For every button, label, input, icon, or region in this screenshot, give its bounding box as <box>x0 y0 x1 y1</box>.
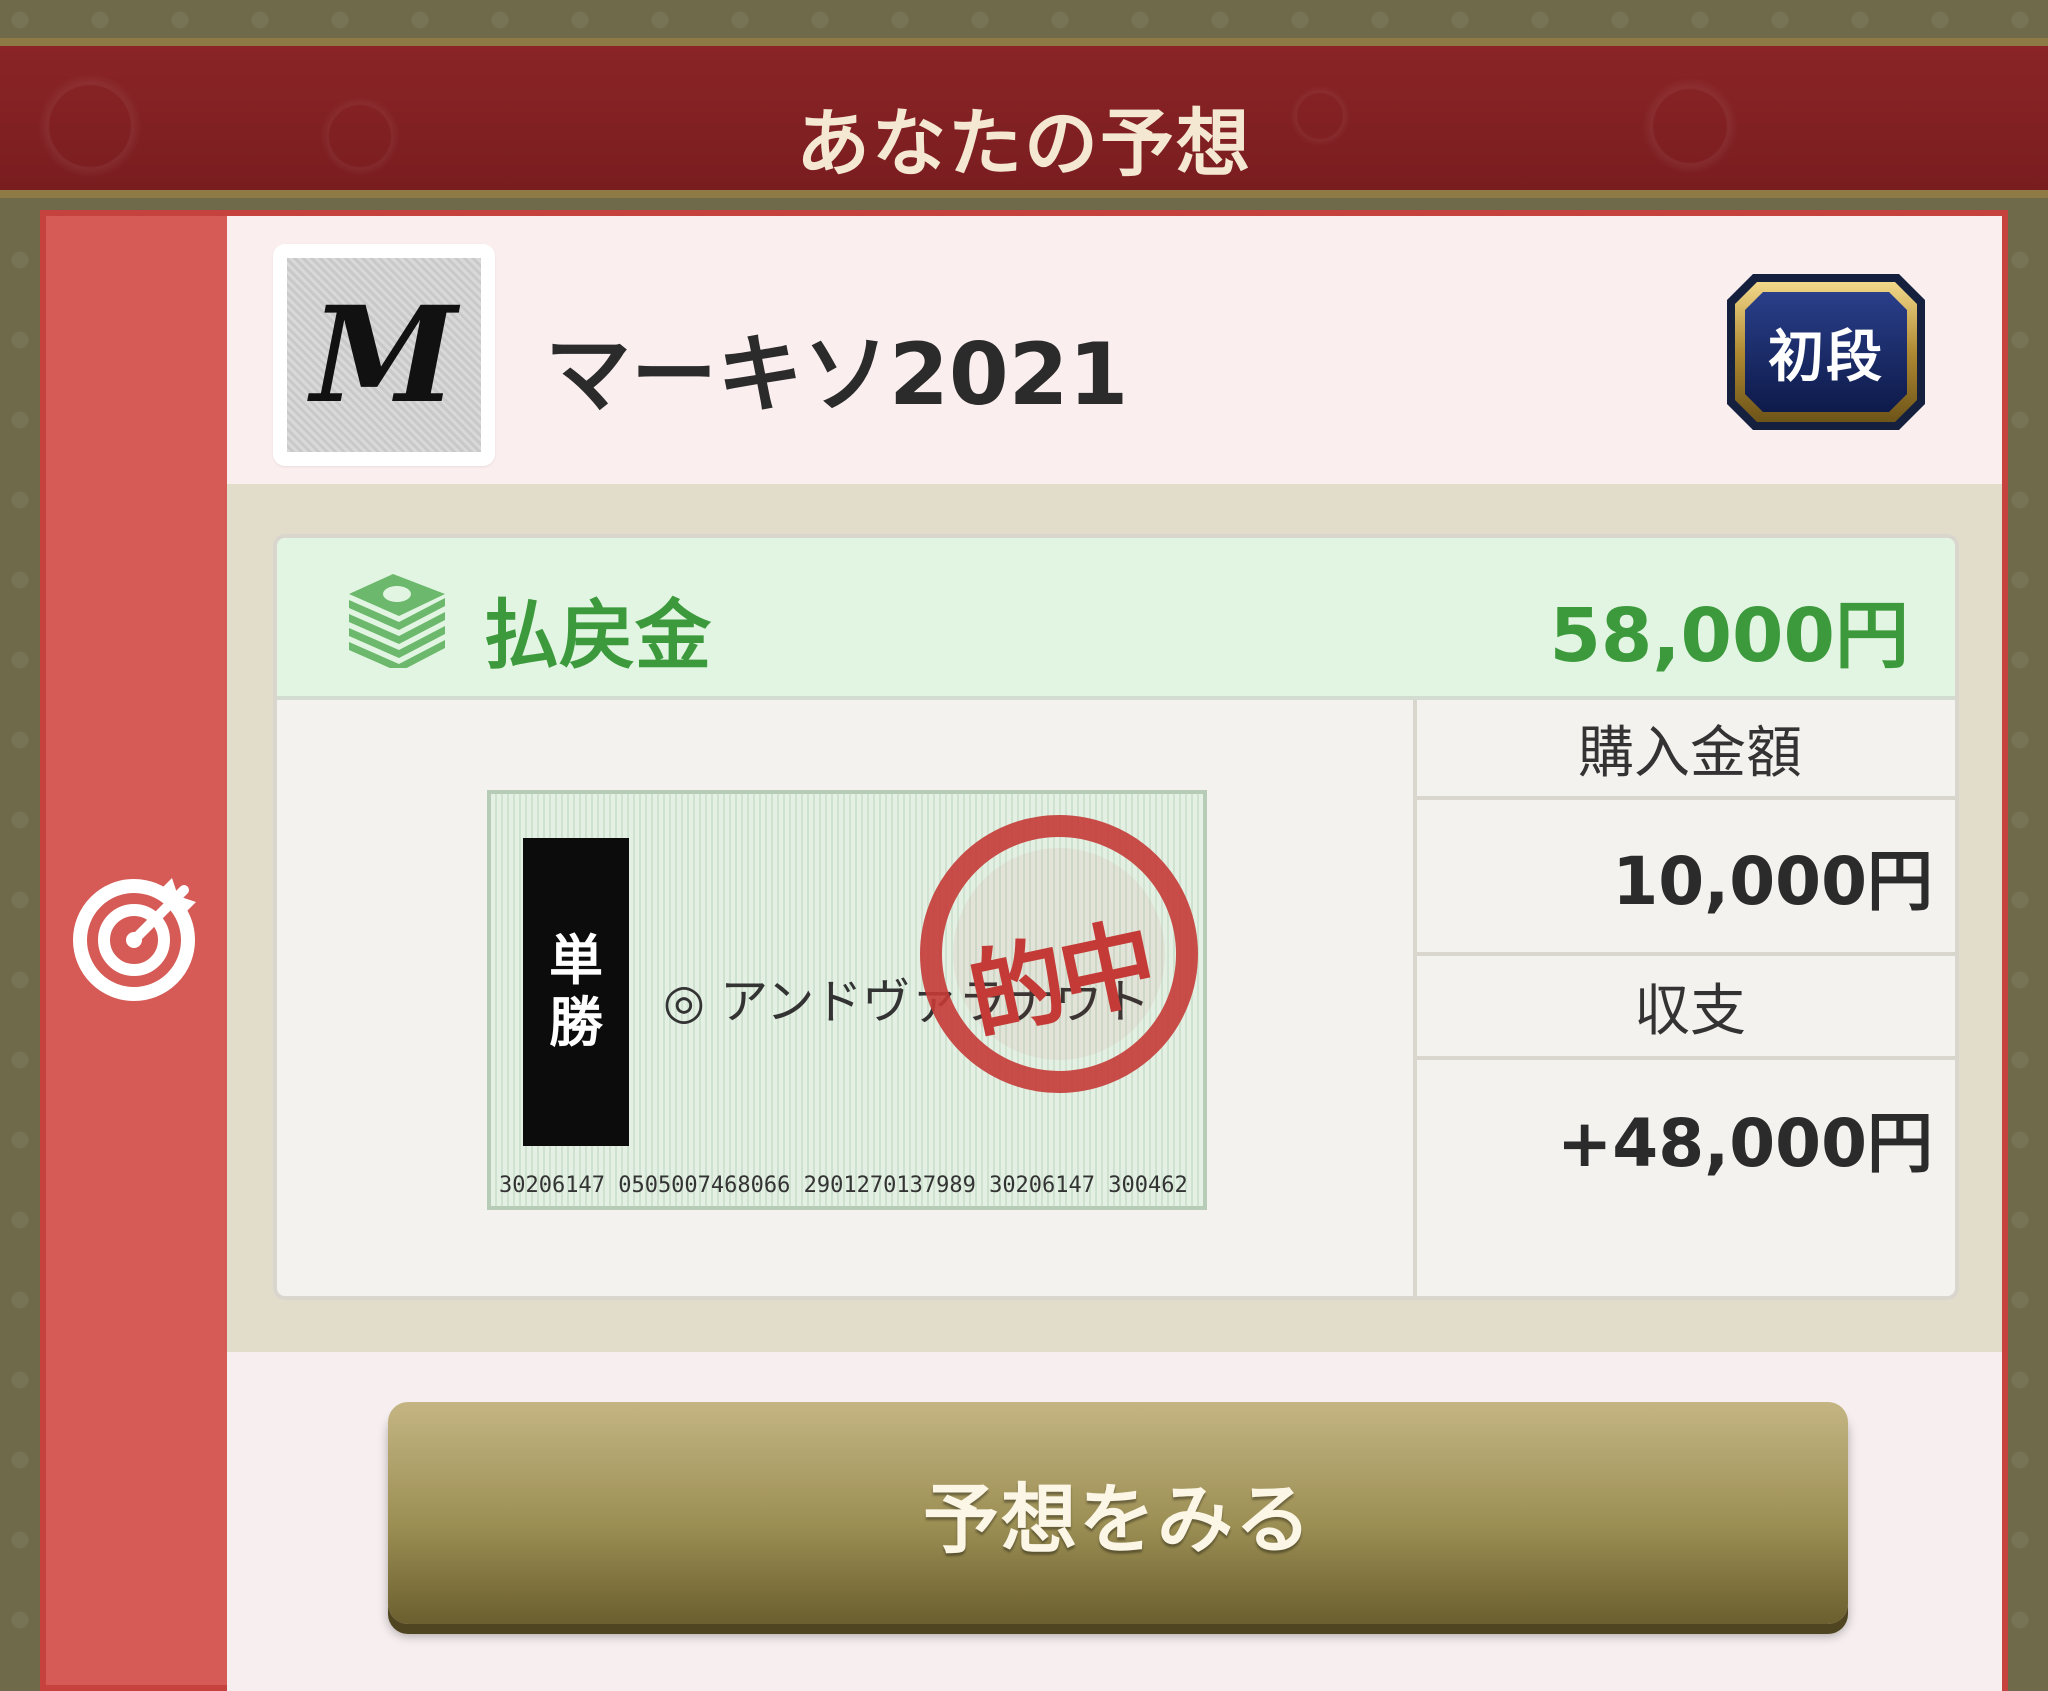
balance-label-cell: 収支 <box>1417 956 1955 1060</box>
view-prediction-button[interactable]: 予想をみる <box>388 1402 1848 1624</box>
card-content: M マーキソ2021 初段 払戻金 58,000円 単 勝 ◎ アンドヴァラナウ… <box>227 216 2002 1691</box>
payout-amount: 58,000円 <box>1549 593 1909 679</box>
user-row: M マーキソ2021 初段 <box>227 216 2002 484</box>
avatar[interactable]: M <box>273 244 495 466</box>
money-stack-icon <box>349 574 445 668</box>
prediction-card: M マーキソ2021 初段 払戻金 58,000円 単 勝 ◎ アンドヴァラナウ… <box>40 210 2008 1691</box>
rank-badge: 初段 <box>1721 266 1931 438</box>
user-name[interactable]: マーキソ2021 <box>545 304 1128 429</box>
page-title: あなたの予想 <box>796 101 1252 187</box>
summary-column: 購入金額 10,000円 収支 +48,000円 <box>1413 700 1955 1296</box>
bet-type-label: 単 勝 <box>523 838 629 1146</box>
hit-stamp: 的中 <box>909 804 1209 1104</box>
balance-label: 収支 <box>1634 978 1746 1044</box>
result-box: 払戻金 58,000円 単 勝 ◎ アンドヴァラナウト 的中 30206147 … <box>273 534 1959 1300</box>
page-header: あなたの予想 <box>0 38 2048 198</box>
target-icon <box>73 878 196 1001</box>
view-prediction-label: 予想をみる <box>923 1475 1313 1564</box>
betting-ticket: 単 勝 ◎ アンドヴァラナウト 的中 30206147 050500746806… <box>487 790 1207 1210</box>
avatar-logo: M <box>310 277 458 433</box>
purchase-label-cell: 購入金額 <box>1417 700 1955 800</box>
balance-value-cell: +48,000円 <box>1417 1060 1955 1296</box>
payout-bar: 払戻金 58,000円 <box>277 538 1955 700</box>
result-area: 払戻金 58,000円 単 勝 ◎ アンドヴァラナウト 的中 30206147 … <box>227 484 2002 1352</box>
payout-label: 払戻金 <box>483 591 711 680</box>
ticket-serial: 30206147 0505007468066 2901270137989 302… <box>499 1173 1188 1198</box>
purchase-value: 10,000円 <box>1612 843 1933 920</box>
balance-value: +48,000円 <box>1557 1105 1933 1182</box>
rank-label: 初段 <box>1768 325 1884 390</box>
purchase-value-cell: 10,000円 <box>1417 800 1955 956</box>
purchase-label: 購入金額 <box>1578 720 1802 786</box>
